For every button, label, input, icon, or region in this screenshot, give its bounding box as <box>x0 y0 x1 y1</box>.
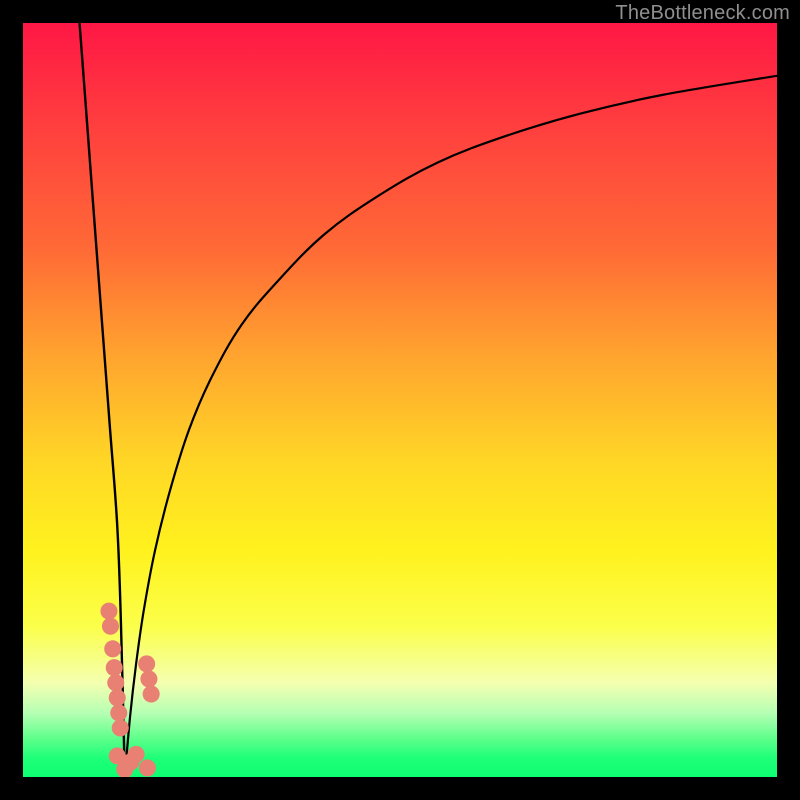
data-point <box>138 655 155 672</box>
data-point <box>139 759 156 776</box>
points-group <box>100 603 159 777</box>
chart-svg <box>23 23 777 777</box>
data-point <box>112 719 129 736</box>
data-point <box>106 659 123 676</box>
data-point <box>109 689 126 706</box>
data-point <box>104 640 121 657</box>
data-point <box>100 603 117 620</box>
curve-right-curve <box>125 76 777 777</box>
data-point <box>143 686 160 703</box>
data-point <box>140 670 157 687</box>
plot-area <box>23 23 777 777</box>
chart-stage: TheBottleneck.com <box>0 0 800 800</box>
curve-group <box>80 23 777 777</box>
data-point <box>128 746 145 763</box>
data-point <box>107 674 124 691</box>
data-point <box>102 618 119 635</box>
data-point <box>110 704 127 721</box>
watermark-label: TheBottleneck.com <box>615 2 790 25</box>
